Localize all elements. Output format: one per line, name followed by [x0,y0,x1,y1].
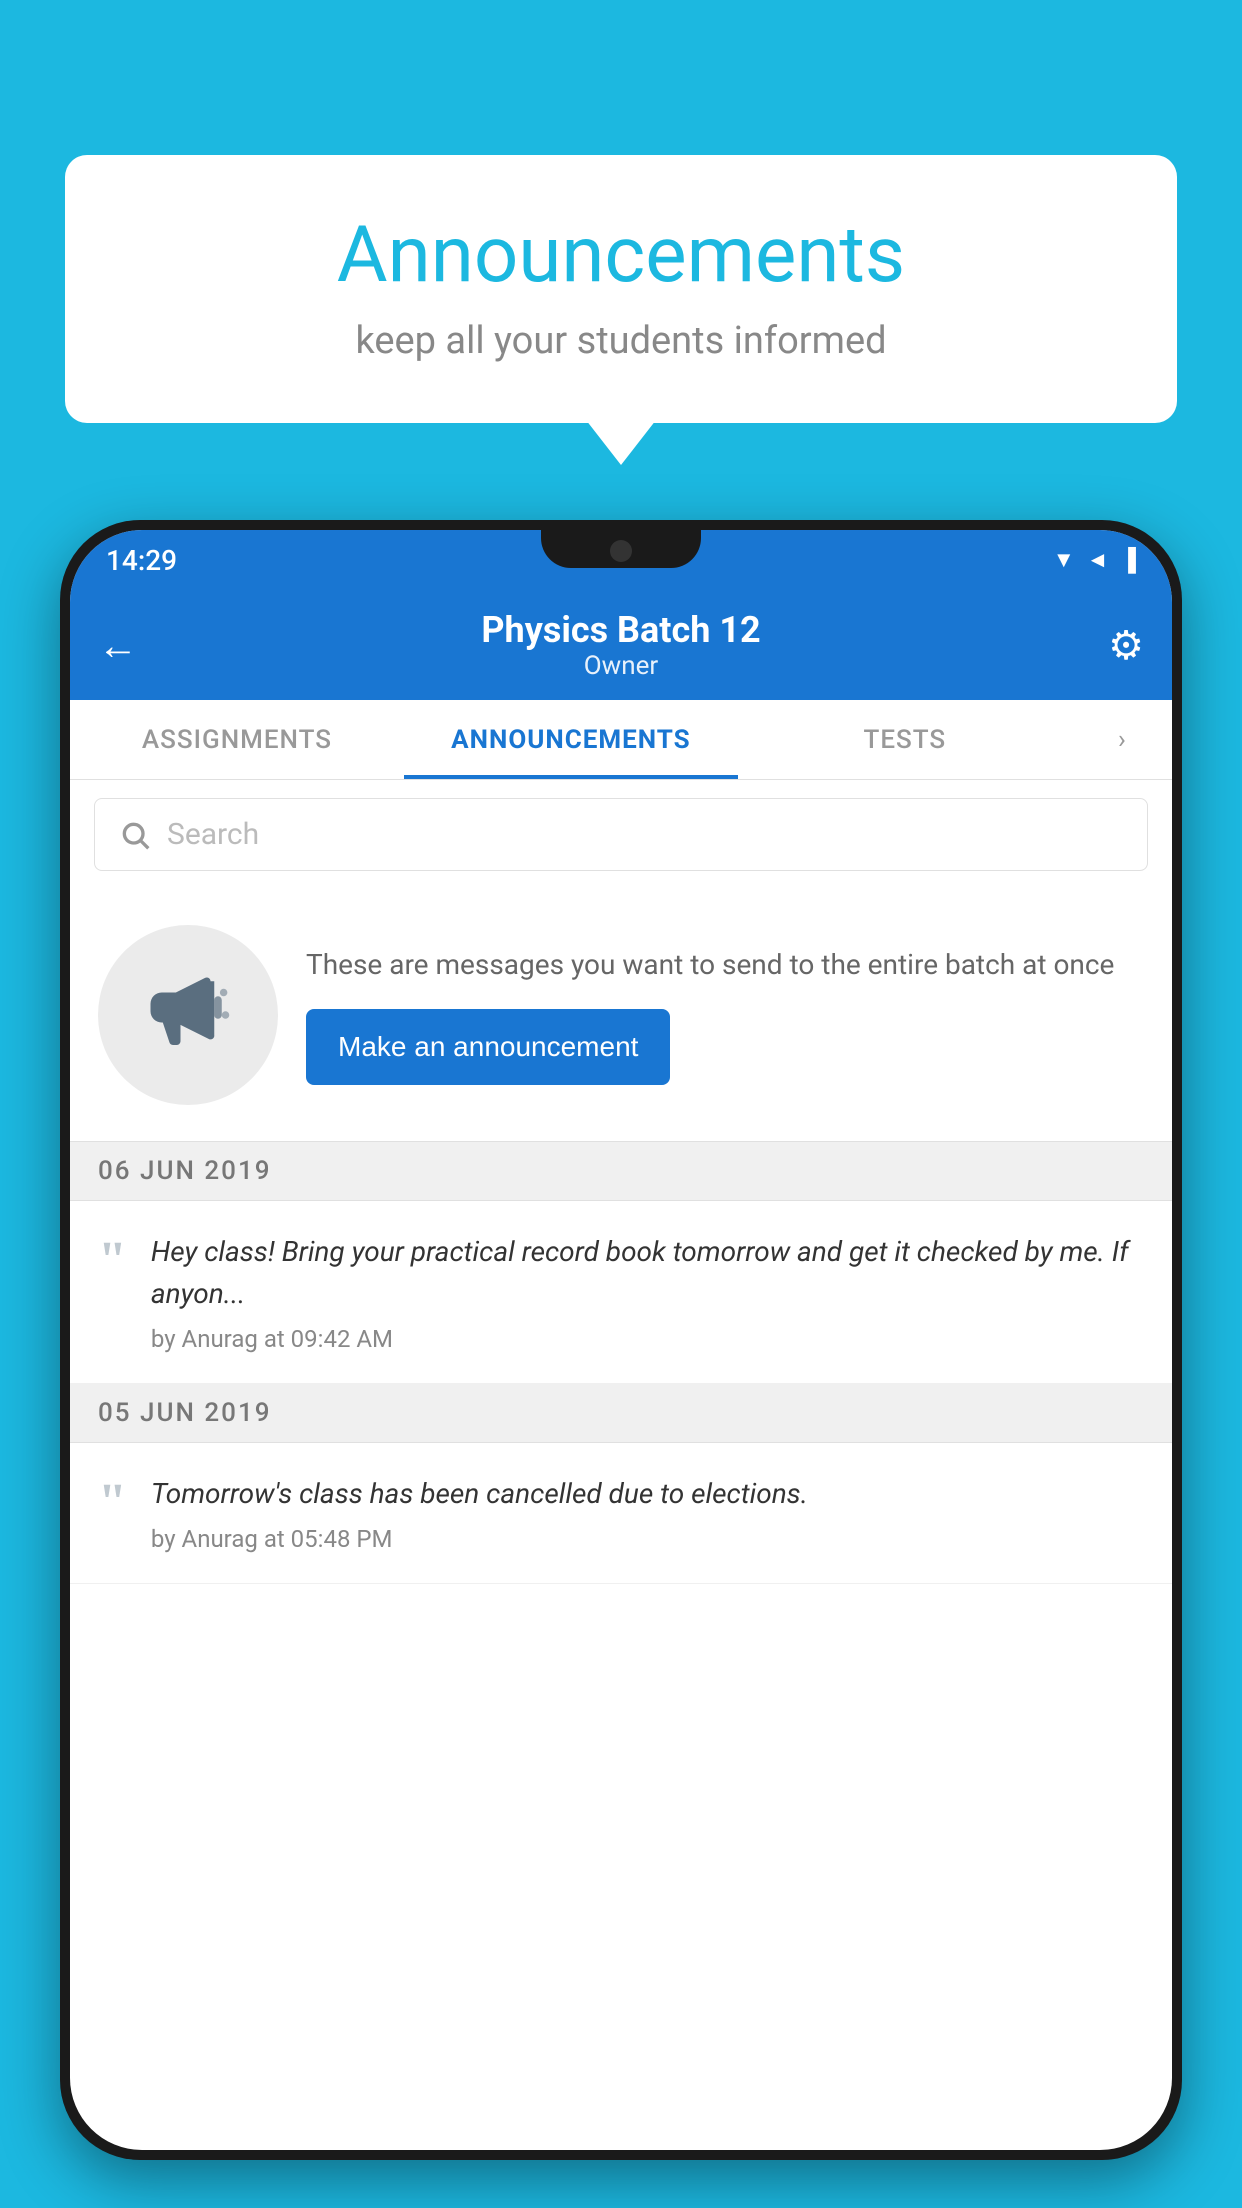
empty-description: These are messages you want to send to t… [306,945,1144,984]
tabs-bar: ASSIGNMENTS ANNOUNCEMENTS TESTS › [70,700,1172,780]
app-bar-title-container: Physics Batch 12 Owner [70,609,1172,681]
announcement-item-1[interactable]: " Hey class! Bring your practical record… [70,1201,1172,1384]
signal-icon: ◄ [1087,547,1109,573]
speech-bubble: Announcements keep all your students inf… [65,155,1177,423]
phone-screen: 14:29 ▼ ◄ ▐ ← Physics Batch 12 Owner ⚙ A… [70,530,1172,2150]
camera [610,540,632,562]
megaphone-icon [143,970,233,1060]
announcement-message-2: Tomorrow's class has been cancelled due … [151,1473,1144,1515]
wifi-icon: ▼ [1053,547,1075,573]
tab-tests[interactable]: TESTS [738,700,1072,779]
status-time: 14:29 [106,544,177,577]
announcement-meta-2: by Anurag at 05:48 PM [151,1525,1144,1553]
status-icons: ▼ ◄ ▐ [1053,547,1136,573]
empty-state: These are messages you want to send to t… [70,889,1172,1142]
announcement-message-1: Hey class! Bring your practical record b… [151,1231,1144,1315]
phone-notch [541,530,701,568]
announcement-content-2: Tomorrow's class has been cancelled due … [151,1473,1144,1553]
announcement-content-1: Hey class! Bring your practical record b… [151,1231,1144,1353]
search-icon [119,819,151,851]
date-separator-1: 06 JUN 2019 [70,1142,1172,1201]
search-bar[interactable]: Search [94,798,1148,871]
search-placeholder: Search [167,817,259,852]
battery-icon: ▐ [1120,547,1136,573]
app-bar-subtitle: Owner [70,651,1172,681]
phone-container: 14:29 ▼ ◄ ▐ ← Physics Batch 12 Owner ⚙ A… [60,520,1182,2208]
announcement-item-2[interactable]: " Tomorrow's class has been cancelled du… [70,1443,1172,1584]
app-bar-title: Physics Batch 12 [70,609,1172,651]
date-separator-2: 05 JUN 2019 [70,1384,1172,1443]
speech-bubble-container: Announcements keep all your students inf… [65,155,1177,423]
tab-assignments[interactable]: ASSIGNMENTS [70,700,404,779]
make-announcement-button[interactable]: Make an announcement [306,1009,670,1085]
phone-body: 14:29 ▼ ◄ ▐ ← Physics Batch 12 Owner ⚙ A… [60,520,1182,2160]
bubble-title: Announcements [125,210,1117,301]
settings-icon[interactable]: ⚙ [1108,622,1144,669]
app-bar: ← Physics Batch 12 Owner ⚙ [70,590,1172,700]
announcement-meta-1: by Anurag at 09:42 AM [151,1325,1144,1353]
search-container: Search [70,780,1172,889]
quote-icon-1: " [98,1235,127,1287]
quote-icon-2: " [98,1477,127,1529]
tab-announcements[interactable]: ANNOUNCEMENTS [404,700,738,779]
empty-state-text: These are messages you want to send to t… [306,945,1144,1084]
bubble-subtitle: keep all your students informed [125,319,1117,363]
tab-more[interactable]: › [1072,700,1172,779]
megaphone-circle [98,925,278,1105]
